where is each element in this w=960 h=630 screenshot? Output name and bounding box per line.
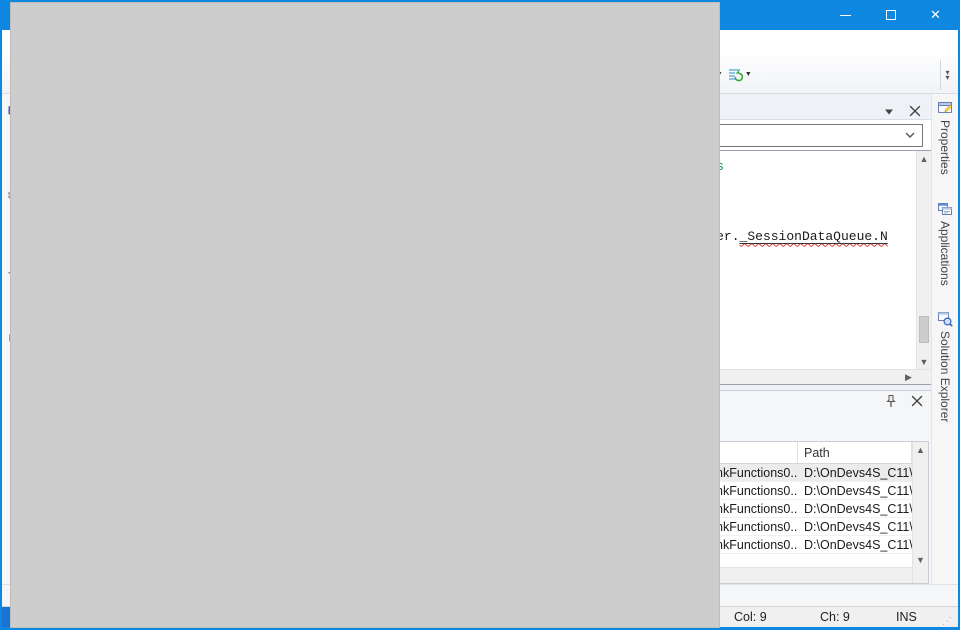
scroll-up-icon[interactable]: ▲ — [913, 442, 928, 457]
dropdown-arrow-icon[interactable]: ▼ — [745, 71, 752, 78]
errors-grid: ! Line Description File Path 527Field no… — [31, 441, 929, 584]
scroll-right-icon[interactable]: ▶ — [901, 372, 916, 383]
path-cell: D:\OnDevs4S_C11\... — [798, 466, 912, 480]
status-column: Col: 9 — [734, 610, 820, 624]
close-button[interactable]: ✕ — [913, 0, 958, 30]
sidebar-tab-label: Solution Explorer — [938, 331, 952, 422]
path-cell: D:\OnDevs4S_C11\... — [798, 520, 912, 534]
document-area: ODBankFunctions.app ODBankFunctions004.c… — [29, 94, 931, 584]
sidebar-tab-label: Properties — [938, 120, 952, 175]
sidebar-tab-applications[interactable]: Applications — [937, 201, 953, 286]
format-refresh-button[interactable]: ▼ — [725, 61, 754, 89]
path-cell: D:\OnDevs4S_C11\... — [798, 502, 912, 516]
toolbar-overflow-button[interactable]: ▾▾ — [940, 60, 954, 90]
solution-explorer-icon — [937, 311, 953, 327]
errors-panel: Errors 10 Errors0 Warnings0 Messages ! L… — [29, 390, 931, 584]
main-area: ToolboxOKControl TemplatesData / Tables … — [2, 94, 958, 584]
maximize-button[interactable] — [868, 0, 913, 30]
tab-list-chevron-icon[interactable] — [881, 103, 897, 119]
path-cell: D:\OnDevs4S_C11\... — [798, 484, 912, 498]
scroll-up-icon[interactable]: ▲ — [917, 151, 931, 166]
chevron-down-icon[interactable] — [902, 127, 918, 143]
clarion-ide-window: ODBankFunctions - Clarion [version 11.1.… — [0, 0, 960, 630]
path-cell: D:\OnDevs4S_C11\... — [798, 538, 912, 552]
error-token: _SessionDataQueue.N — [740, 229, 888, 244]
sidebar-tab-properties[interactable]: Properties — [937, 100, 953, 175]
sidebar-tab-solution-explorer[interactable]: Solution Explorer — [937, 311, 953, 422]
properties-icon — [937, 100, 953, 116]
right-tool-strip: Properties Applications Solution Explorer — [931, 94, 958, 584]
tabbar-close-icon[interactable] — [907, 103, 923, 119]
errors-vertical-scrollbar[interactable]: ▲ ▼ — [912, 442, 928, 583]
editor-vertical-scrollbar[interactable]: ▲ ▼ — [916, 151, 931, 369]
sidebar-tab-label: Applications — [938, 221, 952, 286]
minimize-button[interactable] — [823, 0, 868, 30]
column-path[interactable]: Path — [798, 442, 912, 463]
errors-horizontal-scrollbar[interactable]: ◀ ▶ — [32, 567, 912, 583]
format-refresh-icon — [727, 67, 743, 83]
resize-grip[interactable]: ⋰ — [942, 616, 958, 627]
pin-icon[interactable] — [883, 393, 899, 409]
status-char: Ch: 9 — [820, 610, 896, 624]
scroll-down-icon[interactable]: ▼ — [913, 552, 928, 567]
scroll-down-icon[interactable]: ▼ — [917, 354, 931, 369]
status-insert-mode: INS — [896, 610, 942, 624]
close-panel-icon[interactable] — [909, 393, 925, 409]
applications-icon — [937, 201, 953, 217]
